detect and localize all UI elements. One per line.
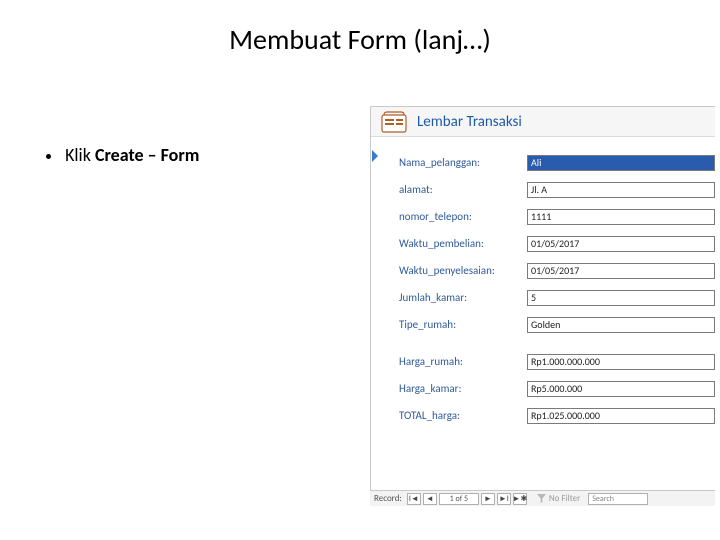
access-form-window: Lembar Transaksi Nama_pelanggan:Alialama… [370,106,715,506]
filter-text: No Filter [549,493,580,504]
field-row: TOTAL_harga:Rp1.025.000.000 [399,402,715,429]
nav-prev-button[interactable]: ◄ [423,493,437,505]
nav-first-button[interactable]: I◄ [407,493,421,505]
bullet-icon [46,154,51,159]
field-label: Waktu_pembelian: [399,237,527,250]
filter-indicator[interactable]: No Filter [537,493,580,504]
field-value[interactable]: 5 [527,290,715,306]
field-row: Tipe_rumah:Golden [399,311,715,338]
search-input[interactable]: Search [588,493,648,505]
field-value[interactable]: Golden [527,317,715,333]
field-label: Nama_pelanggan: [399,156,527,169]
nav-next-button[interactable]: ► [481,493,495,505]
field-label: Harga_rumah: [399,355,527,368]
funnel-icon [537,494,546,503]
bullet-line: Klik Create – Form [46,144,199,166]
field-row: Waktu_penyelesaian:01/05/2017 [399,257,715,284]
slide-title: Membuat Form (lanj…) [0,22,720,57]
field-value[interactable]: Rp1.000.000.000 [527,354,715,370]
form-icon [381,111,407,133]
field-label: Jumlah_kamar: [399,291,527,304]
field-label: Harga_kamar: [399,382,527,395]
field-row: Jumlah_kamar:5 [399,284,715,311]
field-value[interactable]: Rp5.000.000 [527,381,715,397]
nav-new-button[interactable]: ►✱ [513,493,527,505]
field-value[interactable]: Jl. A [527,182,715,198]
record-label: Record: [374,493,402,504]
field-label: TOTAL_harga: [399,409,527,422]
field-value[interactable]: 01/05/2017 [527,263,715,279]
bullet-bold: Create – Form [95,144,199,166]
form-header-title: Lembar Transaksi [417,113,522,131]
nav-last-button[interactable]: ►I [497,493,511,505]
field-row: Nama_pelanggan:Ali [399,149,715,176]
field-row: Waktu_pembelian:01/05/2017 [399,230,715,257]
field-value[interactable]: 1111 [527,209,715,225]
record-nav-bar: Record: I◄ ◄ 1 of 5 ► ►I ►✱ No Filter Se… [370,490,715,506]
field-label: alamat: [399,183,527,196]
field-row: alamat:Jl. A [399,176,715,203]
field-label: Waktu_penyelesaian: [399,264,527,277]
field-label: Tipe_rumah: [399,318,527,331]
form-body: Lembar Transaksi Nama_pelanggan:Alialama… [370,106,715,490]
field-label: nomor_telepon: [399,210,527,223]
form-header: Lembar Transaksi [371,107,715,137]
fields-container: Nama_pelanggan:Alialamat:Jl. Anomor_tele… [371,137,715,429]
field-value[interactable]: Rp1.025.000.000 [527,408,715,424]
record-position-input[interactable]: 1 of 5 [439,493,479,505]
field-value[interactable]: 01/05/2017 [527,236,715,252]
field-value[interactable]: Ali [527,155,715,171]
field-row: nomor_telepon:1111 [399,203,715,230]
field-row: Harga_rumah:Rp1.000.000.000 [399,348,715,375]
field-row: Harga_kamar:Rp5.000.000 [399,375,715,402]
bullet-prefix: Klik [65,144,95,166]
